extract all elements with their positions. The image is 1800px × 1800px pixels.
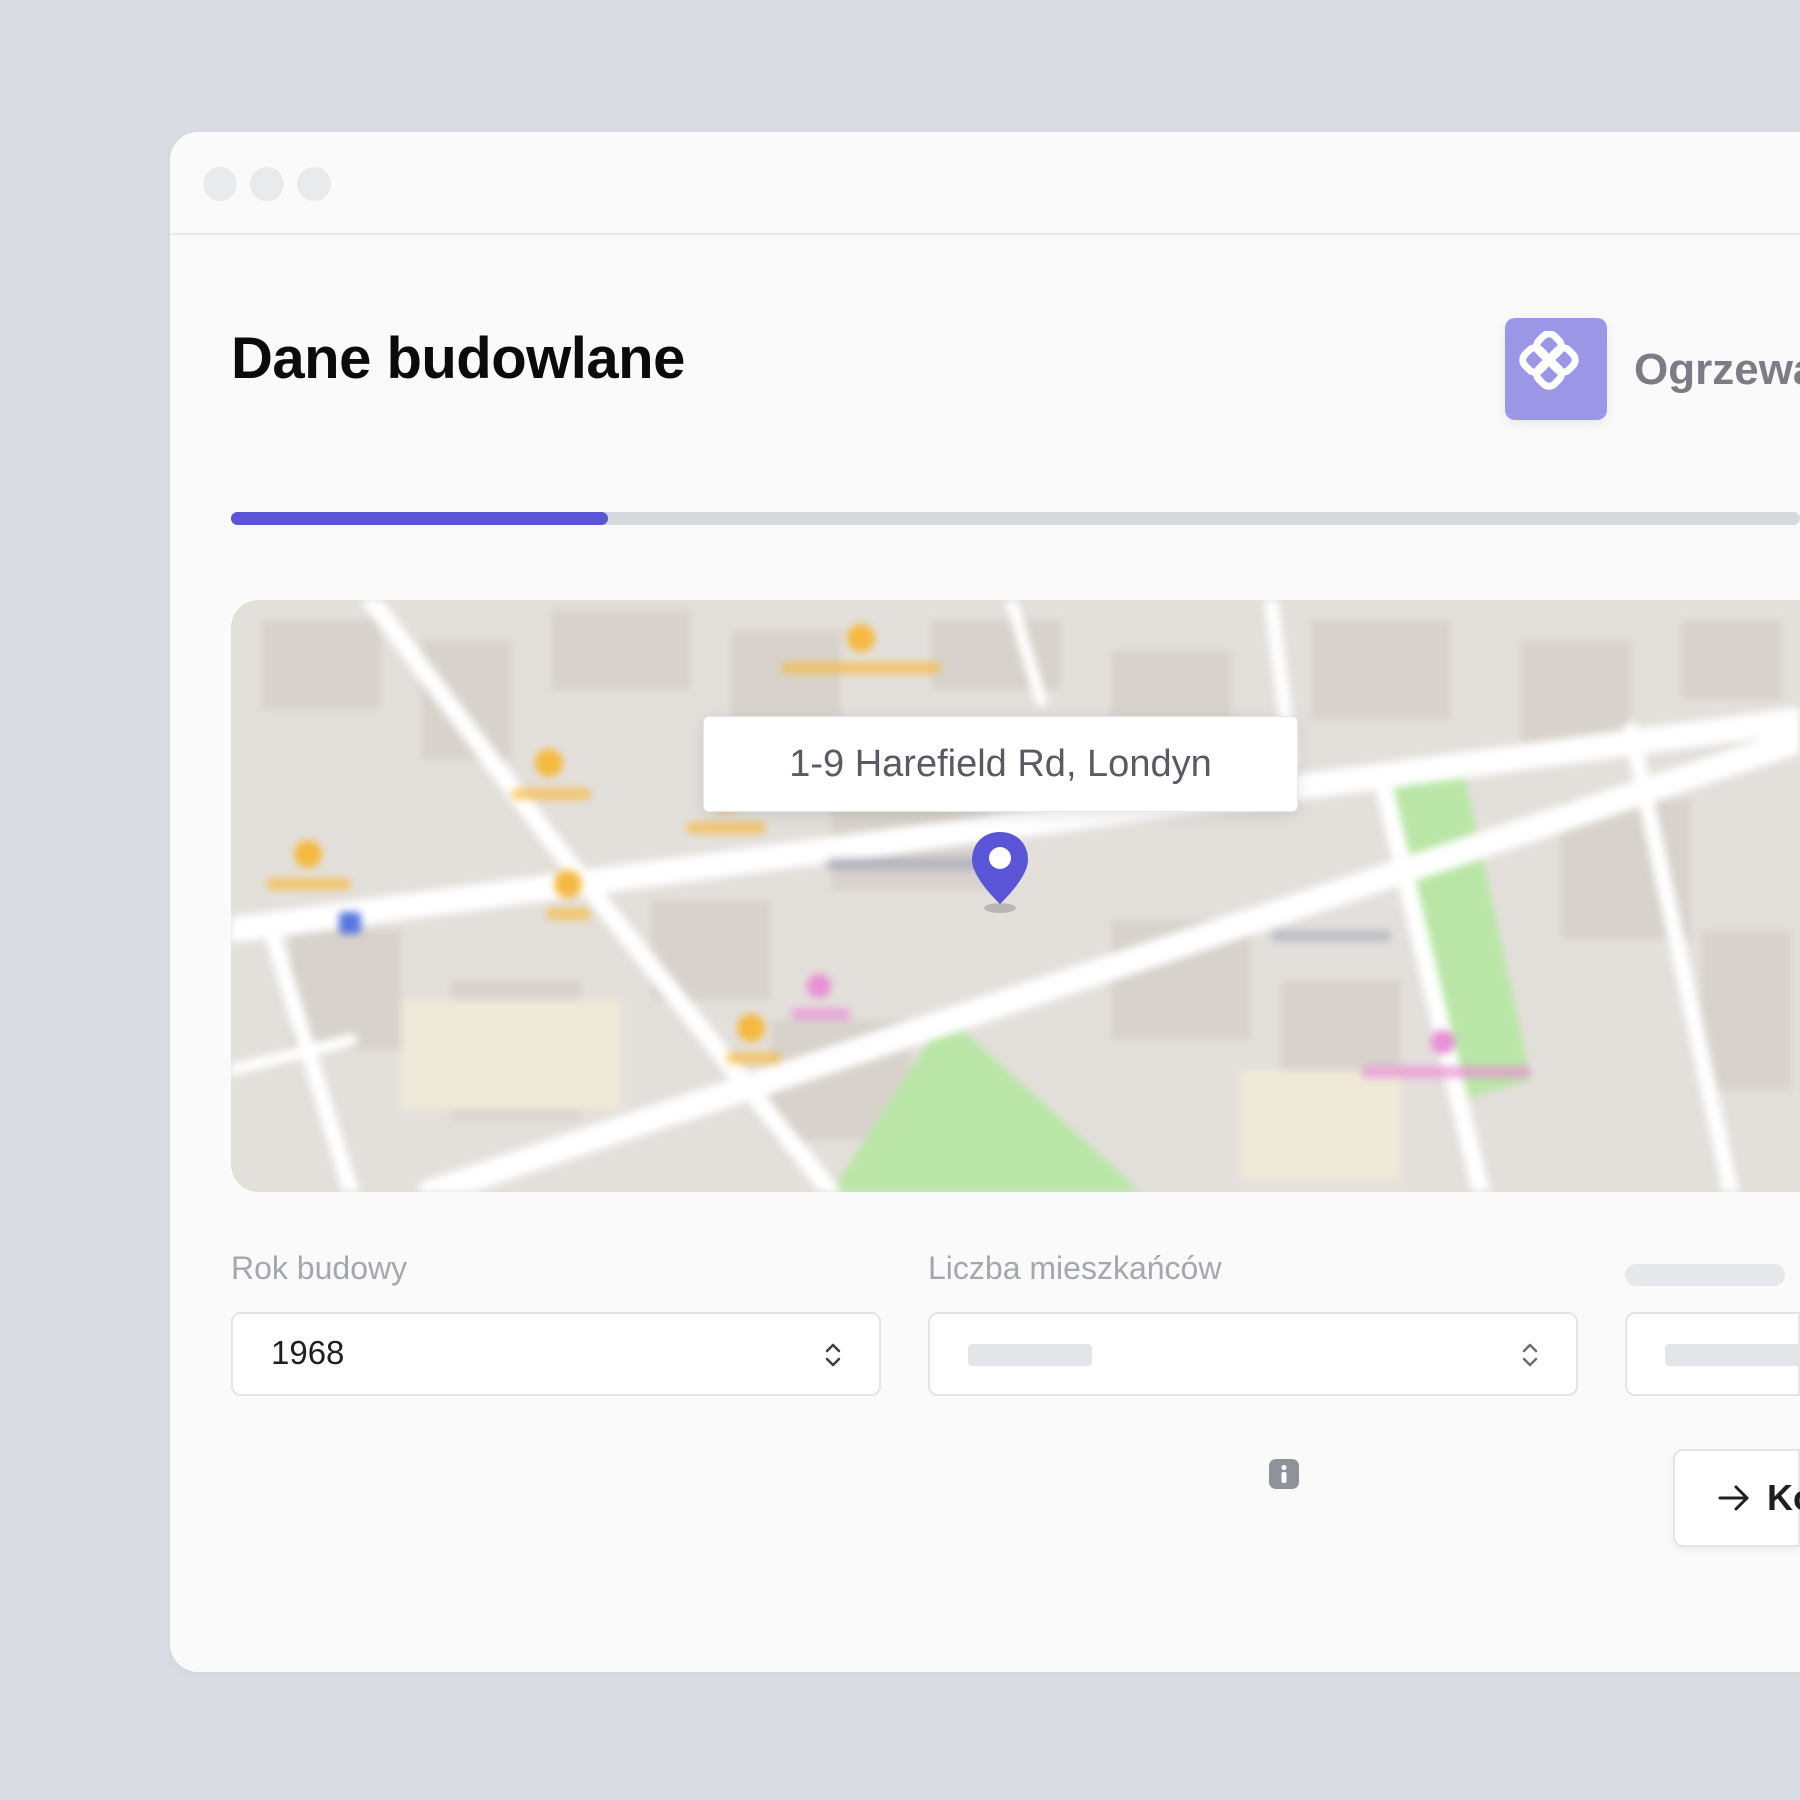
third-field-label-placeholder xyxy=(1625,1264,1785,1286)
window-titlebar xyxy=(170,132,1800,235)
window-minimize-dot[interactable] xyxy=(250,167,284,201)
page-title: Dane budowlane xyxy=(231,326,685,391)
chevron-up-down-icon xyxy=(1522,1343,1538,1367)
third-select[interactable] xyxy=(1625,1312,1800,1396)
map-pin-icon[interactable] xyxy=(966,830,1034,914)
residents-select[interactable] xyxy=(928,1312,1578,1396)
progress-fill xyxy=(231,512,608,525)
progress-bar xyxy=(231,512,1800,525)
year-select[interactable]: 1968 xyxy=(231,1312,881,1396)
next-button-label: Ko xyxy=(1767,1477,1800,1518)
info-icon[interactable] xyxy=(1269,1459,1299,1489)
brand-logo-icon xyxy=(1505,318,1607,420)
residents-label: Liczba mieszkańców xyxy=(928,1250,1222,1286)
brand-name: Ogrzewa xyxy=(1634,345,1800,394)
next-button[interactable]: Ko xyxy=(1673,1449,1800,1547)
window-close-dot[interactable] xyxy=(203,167,237,201)
year-label: Rok budowy xyxy=(231,1250,408,1286)
window-maximize-dot[interactable] xyxy=(297,167,331,201)
third-value-placeholder xyxy=(1665,1344,1800,1366)
year-value: 1968 xyxy=(271,1334,345,1371)
arrow-right-icon xyxy=(1718,1485,1749,1511)
residents-value-placeholder xyxy=(968,1344,1092,1366)
address-tooltip: 1-9 Harefield Rd, Londyn xyxy=(703,716,1298,812)
chevron-up-down-icon xyxy=(825,1343,841,1367)
